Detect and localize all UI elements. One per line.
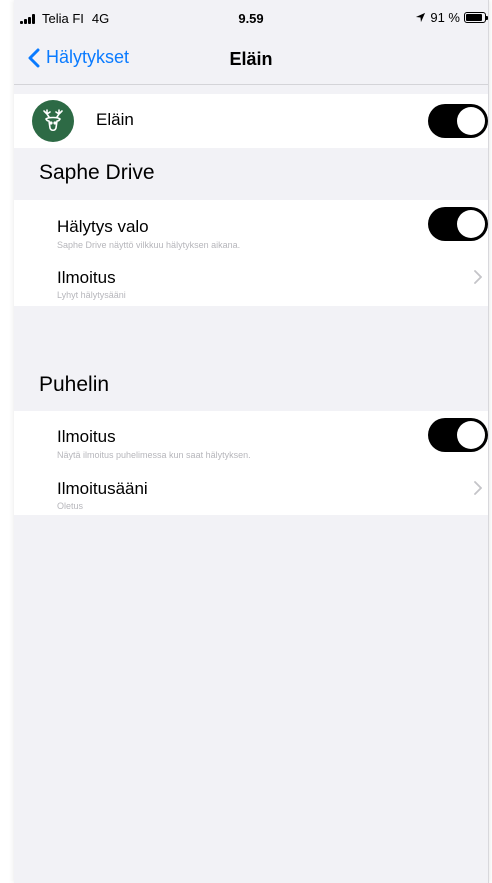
chevron-right-icon[interactable] [474, 481, 482, 495]
alert-light-subtitle: Saphe Drive näyttö vilkkuu hälytyksen ai… [57, 240, 241, 250]
status-right: 91 % [415, 10, 488, 25]
chevron-right-icon[interactable] [474, 270, 482, 284]
toggle-knob [457, 421, 485, 449]
toggle-knob [457, 210, 485, 238]
animal-label: Eläin [96, 110, 134, 129]
saphe-drive-section: Hälytys valo Saphe Drive näyttö vilkkuu … [14, 200, 488, 306]
navigation-bar: Hälytykset Eläin [14, 34, 488, 85]
phone-notification-toggle[interactable] [428, 418, 488, 452]
alert-light-toggle[interactable] [428, 207, 488, 241]
phone-section: Ilmoitus Näytä ilmoitus puhelimessa kun … [14, 411, 488, 515]
status-bar: Telia FI 4G 9.59 91 % [14, 0, 488, 34]
battery-icon [464, 12, 488, 23]
page-title: Eläin [229, 49, 273, 69]
phone-screen: Telia FI 4G 9.59 91 % Hälytykset Eläin E… [14, 0, 489, 883]
deer-icon [32, 100, 74, 142]
animal-toggle[interactable] [428, 104, 488, 138]
battery-percent: 91 % [430, 10, 460, 25]
phone-notification-subtitle: Näytä ilmoitus puhelimessa kun saat häly… [57, 450, 251, 460]
toggle-knob [457, 107, 485, 135]
alert-light-title: Hälytys valo [57, 217, 149, 236]
notification-sound-subtitle: Oletus [57, 501, 84, 511]
animal-section: Eläin [14, 94, 488, 148]
saphe-drive-header: Saphe Drive [39, 161, 155, 184]
notification-subtitle: Lyhyt hälytysääni [57, 290, 126, 300]
notification-sound-title: Ilmoitusääni [57, 479, 148, 498]
location-arrow-icon [416, 12, 426, 23]
phone-header: Puhelin [39, 373, 110, 396]
notification-title: Ilmoitus [57, 268, 116, 287]
phone-notification-title: Ilmoitus [57, 427, 116, 446]
